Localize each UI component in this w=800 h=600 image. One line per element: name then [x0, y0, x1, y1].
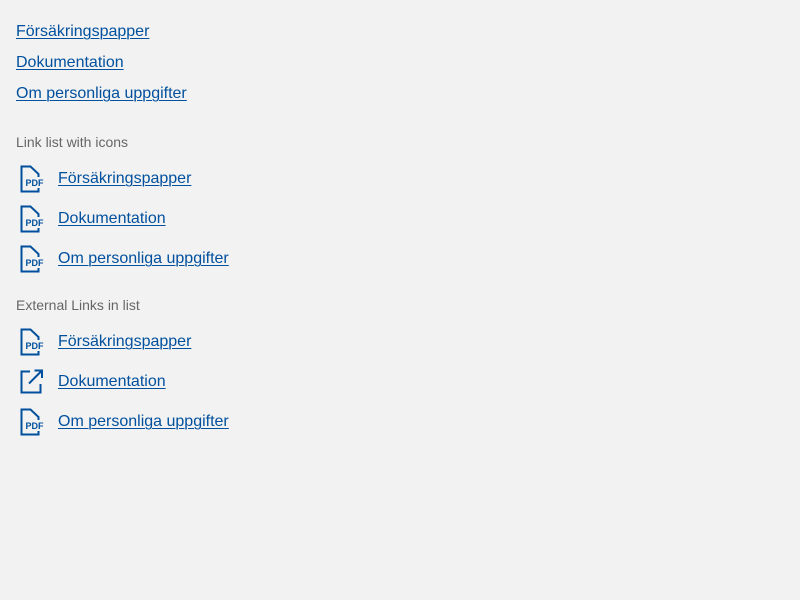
svg-text:PDF: PDF — [26, 178, 45, 188]
section-heading-icons: Link list with icons — [16, 134, 129, 150]
page: Försäkringspapper Dokumentation Om perso… — [0, 0, 800, 600]
list-item: PDF Dokumentation — [16, 199, 229, 239]
link-dokumentation[interactable]: Dokumentation — [58, 373, 166, 391]
plain-link-list: Försäkringspapper Dokumentation Om perso… — [16, 20, 187, 113]
list-item: Om personliga uppgifter — [16, 82, 187, 113]
external-link-list: PDF Försäkringspapper Dokumentation PDF — [16, 322, 229, 442]
list-item: PDF Försäkringspapper — [16, 159, 229, 199]
pdf-icon: PDF — [16, 328, 50, 356]
list-item: Försäkringspapper — [16, 20, 187, 51]
icon-link-list: PDF Försäkringspapper PDF Dokumentation — [16, 159, 229, 279]
list-item: PDF Om personliga uppgifter — [16, 402, 229, 442]
pdf-icon: PDF — [16, 205, 50, 233]
link-om-personliga-uppgifter[interactable]: Om personliga uppgifter — [58, 413, 229, 431]
pdf-icon: PDF — [16, 245, 50, 273]
link-forsakringspapper[interactable]: Försäkringspapper — [16, 23, 149, 40]
list-item: PDF Om personliga uppgifter — [16, 239, 229, 279]
pdf-icon: PDF — [16, 408, 50, 436]
list-item: Dokumentation — [16, 362, 229, 402]
svg-text:PDF: PDF — [26, 258, 45, 268]
link-om-personliga-uppgifter[interactable]: Om personliga uppgifter — [16, 85, 187, 102]
svg-text:PDF: PDF — [26, 341, 45, 351]
link-dokumentation[interactable]: Dokumentation — [16, 54, 124, 71]
pdf-icon: PDF — [16, 165, 50, 193]
list-item: PDF Försäkringspapper — [16, 322, 229, 362]
link-om-personliga-uppgifter[interactable]: Om personliga uppgifter — [58, 250, 229, 268]
link-dokumentation[interactable]: Dokumentation — [58, 210, 166, 228]
section-heading-external: External Links in list — [16, 297, 140, 313]
link-forsakringspapper[interactable]: Försäkringspapper — [58, 170, 191, 188]
link-forsakringspapper[interactable]: Försäkringspapper — [58, 333, 191, 351]
list-item: Dokumentation — [16, 51, 187, 82]
external-link-icon — [16, 368, 50, 396]
svg-text:PDF: PDF — [26, 218, 45, 228]
svg-text:PDF: PDF — [26, 421, 45, 431]
